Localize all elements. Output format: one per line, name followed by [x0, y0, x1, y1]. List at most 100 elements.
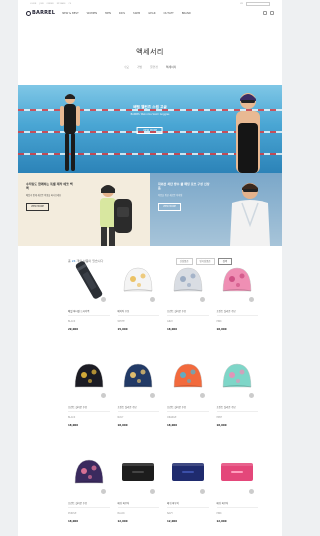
product-card[interactable]: 프린트 실리콘 수모 PINK 18,000	[216, 256, 259, 342]
pouch-icon[interactable]	[118, 448, 160, 496]
product-card[interactable]: 배럴 버티컬 드라이백 BLACK 29,000	[68, 256, 110, 342]
product-card[interactable]: 프린트 실리콘 수모 BLACK 18,000	[68, 352, 110, 438]
product-price: 18,000	[68, 520, 79, 523]
product-name[interactable]: 프린트 실리콘 수모	[68, 405, 110, 412]
product-card[interactable]: 프린트 실리콘 수모 NAVY 18,000	[117, 352, 160, 438]
product-color: PURPLE	[68, 512, 77, 515]
utility-link-login[interactable]: LOGIN	[30, 3, 36, 5]
product-card[interactable]: 프린트 실리콘 수모 PURPLE 18,000	[68, 448, 110, 534]
product-card[interactable]: 베이직 수모 WHITE 15,000	[117, 256, 160, 342]
quick-view-icon[interactable]	[249, 297, 254, 302]
quick-view-icon[interactable]	[150, 489, 155, 494]
quick-view-icon[interactable]	[100, 297, 106, 302]
promo-banner-title: 수저링도 함께하는 특별 제작 에코 백팩	[26, 182, 73, 190]
product-name[interactable]: 메쉬 파우치	[216, 501, 258, 508]
nav-item-women[interactable]: WOMEN	[87, 12, 97, 15]
quick-view-icon[interactable]	[150, 393, 155, 398]
swim-cap-icon[interactable]	[167, 352, 209, 400]
nav-item-new[interactable]: NEW & BEST	[62, 12, 78, 15]
quick-view-icon[interactable]	[249, 393, 254, 398]
pouch-icon[interactable]	[217, 448, 259, 496]
quick-view-icon[interactable]	[199, 393, 205, 398]
quick-view-icon[interactable]	[249, 489, 254, 494]
product-price: 18,000	[216, 424, 227, 427]
product-price: 18,000	[68, 424, 79, 427]
product-price: 15,000	[117, 328, 128, 331]
promo-banner-desc: 배럴과 함께 새로운 여행을 떠나보세요	[26, 193, 61, 197]
hero-banner[interactable]: 배럴 웰컨즈 스윔 고글 BARREL Welcome Swim Goggles…	[18, 85, 282, 173]
product-name[interactable]: 프린트 실리콘 수모	[68, 501, 110, 508]
quick-view-icon[interactable]	[150, 297, 155, 302]
nav-item-outlet[interactable]: OUTLET	[164, 12, 174, 15]
brand-logo[interactable]: BARREL	[26, 10, 55, 16]
header-icons	[263, 11, 274, 15]
subnav-item-bag[interactable]: 가방	[137, 65, 142, 69]
promo-banner-backpack[interactable]: 수저링도 함께하는 특별 제작 에코 백팩 배럴과 함께 새로운 여행을 떠나보…	[18, 173, 150, 246]
product-card[interactable]: 프린트 실리콘 수모 MINT 18,000	[216, 352, 259, 438]
product-grid: 배럴 버티컬 드라이백 BLACK 29,000 베이직 수모 WHITE 15,000 프…	[68, 256, 258, 534]
hero-view-more-button[interactable]: VIEW MORE	[136, 127, 164, 134]
nav-item-gear[interactable]: GEAR	[148, 12, 155, 15]
promo-banner-button[interactable]: VIEW MORE	[26, 203, 49, 212]
product-name[interactable]: 프린트 실리콘 수모	[167, 405, 209, 412]
subnav-item-accessory[interactable]: 액세서리	[166, 65, 176, 69]
product-name[interactable]: 프린트 실리콘 수모	[167, 309, 209, 316]
product-price: 18,000	[216, 328, 227, 331]
product-name[interactable]: 메쉬 파우치	[167, 501, 209, 508]
top-search-input[interactable]	[246, 1, 270, 6]
promo-banner-robe[interactable]: 자외선 차단 방수 쿨 패딩 로브 구성 신상품 여름을 위한 새로운 아이템 …	[150, 173, 282, 246]
cart-icon[interactable]	[270, 11, 274, 15]
page-title: 액세서리	[136, 48, 164, 56]
nav-item-kids[interactable]: KIDS	[119, 12, 125, 15]
swim-cap-icon[interactable]	[167, 256, 209, 304]
language-selector[interactable]: KR	[240, 3, 243, 5]
dry-bag-icon[interactable]	[68, 256, 110, 304]
product-color: PINK	[216, 512, 222, 515]
hero-title: 배럴 웰컨즈 스윔 고글	[133, 105, 167, 109]
pouch-icon[interactable]	[167, 448, 209, 496]
swim-cap-icon[interactable]	[118, 352, 160, 400]
logo-mark-icon	[26, 10, 31, 16]
quick-view-icon[interactable]	[199, 489, 205, 494]
quick-view-icon[interactable]	[199, 297, 205, 302]
product-card[interactable]: 프린트 실리콘 수모 GRAY 18,000	[167, 256, 209, 342]
product-price: 29,000	[68, 328, 79, 331]
main-nav: NEW & BEST WOMEN MEN KIDS SWIM GEAR OUTL…	[62, 12, 191, 15]
utility-link-mypage[interactable]: MY PAGE	[57, 3, 66, 5]
promo-banners: 수저링도 함께하는 특별 제작 에코 백팩 배럴과 함께 새로운 여행을 떠나보…	[18, 173, 282, 246]
product-card[interactable]: 메쉬 파우치 NAVY 12,000	[167, 448, 209, 534]
product-card[interactable]: 메쉬 파우치 PINK 12,000	[216, 448, 259, 534]
utility-link-cs[interactable]: CS	[69, 3, 72, 5]
promo-banner-button[interactable]: VIEW MORE	[158, 203, 181, 212]
swim-cap-icon[interactable]	[68, 448, 110, 496]
product-price: 18,000	[167, 328, 178, 331]
product-name[interactable]: 배럴 버티컬 드라이백	[68, 309, 110, 316]
product-name[interactable]: 프린트 실리콘 수모	[117, 405, 159, 412]
swim-cap-icon[interactable]	[217, 256, 259, 304]
product-color: MINT	[216, 416, 223, 419]
product-name[interactable]: 프린트 실리콘 수모	[216, 405, 258, 412]
subnav-item-cap[interactable]: 수모	[124, 65, 129, 69]
quick-view-icon[interactable]	[100, 489, 106, 494]
quick-view-icon[interactable]	[100, 393, 106, 398]
swim-cap-icon[interactable]	[68, 352, 110, 400]
utility-link-order[interactable]: ORDER	[47, 3, 54, 5]
utility-link-join[interactable]: JOIN	[39, 3, 43, 5]
utility-bar: LOGIN JOIN ORDER MY PAGE CS KR	[18, 0, 282, 7]
product-name[interactable]: 프린트 실리콘 수모	[216, 309, 258, 316]
nav-item-swim[interactable]: SWIM	[133, 12, 140, 15]
subnav-item-goggles[interactable]: 물안경	[150, 65, 158, 69]
header: BARREL NEW & BEST WOMEN MEN KIDS SWIM GE…	[18, 7, 282, 19]
product-card[interactable]: 메쉬 파우치 BLACK 12,000	[117, 448, 160, 534]
nav-item-brand[interactable]: BRAND	[182, 12, 191, 15]
model-with-backpack-image	[100, 185, 132, 246]
swim-cap-icon[interactable]	[217, 352, 259, 400]
product-name[interactable]: 메쉬 파우치	[117, 501, 159, 508]
search-icon[interactable]	[263, 11, 267, 15]
product-card[interactable]: 프린트 실리콘 수모 ORANGE 18,000	[167, 352, 209, 438]
product-price: 18,000	[167, 424, 178, 427]
swim-cap-icon[interactable]	[118, 256, 160, 304]
nav-item-men[interactable]: MEN	[105, 12, 111, 15]
product-name[interactable]: 베이직 수모	[117, 309, 159, 316]
promo-banner-title: 자외선 차단 방수 쿨 패딩 로브 구성 신상품	[158, 182, 210, 190]
